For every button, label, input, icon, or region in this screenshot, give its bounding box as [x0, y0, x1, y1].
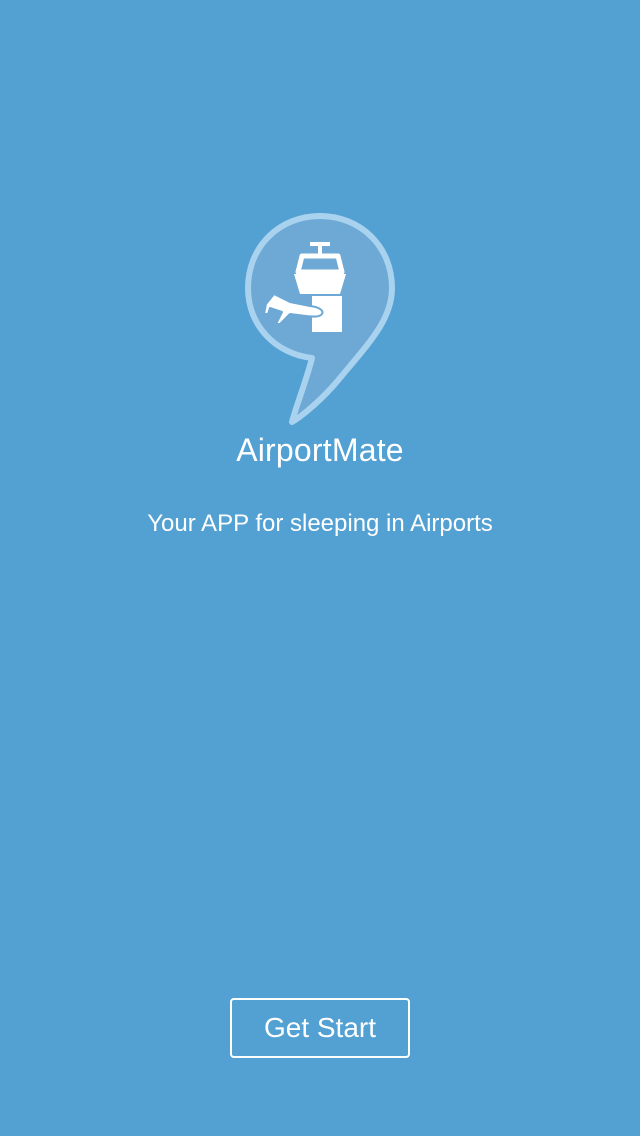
- tagline: Your APP for sleeping in Airports: [147, 510, 493, 537]
- get-start-button[interactable]: Get Start: [230, 998, 410, 1058]
- splash-screen: AirportMate Your APP for sleeping in Air…: [0, 0, 640, 1136]
- airport-logo-icon: [240, 210, 400, 425]
- app-name: AirportMate: [236, 432, 404, 468]
